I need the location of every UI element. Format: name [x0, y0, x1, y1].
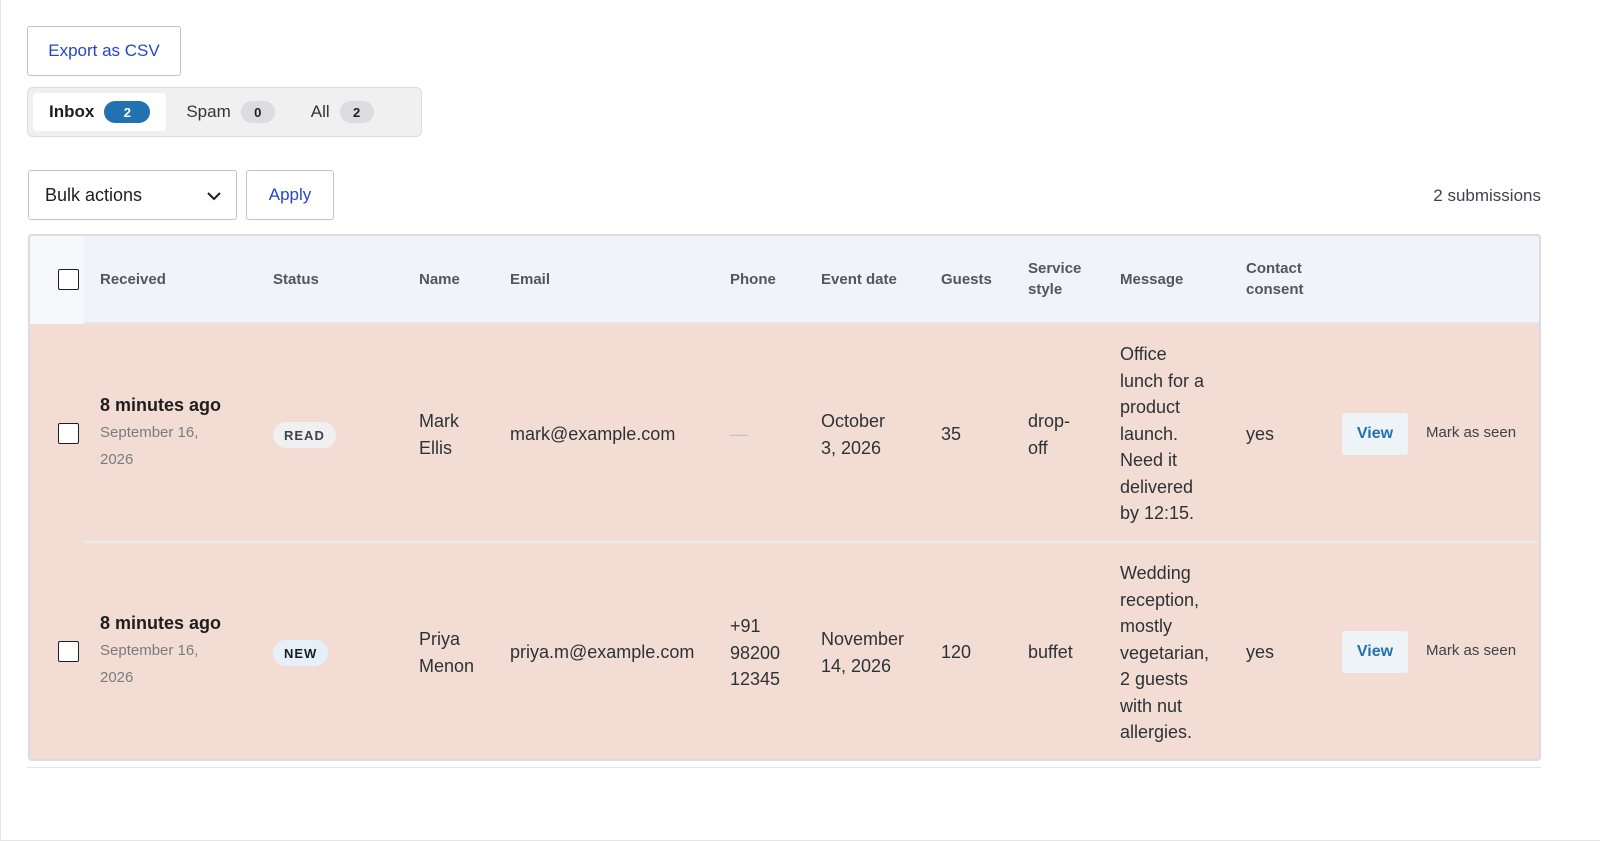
service-line2: off	[1028, 437, 1048, 458]
view-button[interactable]: View	[1342, 413, 1408, 455]
guests-cell: 35	[941, 424, 962, 444]
service-style-cell: buffet	[1028, 639, 1073, 666]
received-date-line1: September 16,	[100, 423, 199, 441]
event-date-line1: November	[821, 629, 905, 649]
submission-filter-tabs: Inbox 2 Spam 0 All 2	[27, 87, 422, 137]
tab-inbox-label: Inbox	[49, 102, 95, 121]
header-message[interactable]: Message	[1120, 269, 1183, 290]
view-button[interactable]: View	[1342, 631, 1408, 673]
message-line: vegetarian,	[1120, 642, 1210, 663]
name-line2: Menon	[419, 655, 475, 676]
chevron-down-icon	[207, 192, 221, 201]
bulk-actions-value: Bulk actions	[45, 184, 143, 205]
message-line: with nut	[1120, 695, 1183, 716]
status-badge: NEW	[273, 640, 329, 666]
email-cell: priya.m@example.com	[510, 642, 695, 662]
header-received[interactable]: Received	[100, 269, 166, 290]
mark-as-seen-link[interactable]: Mark as seen	[1426, 424, 1516, 441]
header-event-date[interactable]: Event date	[821, 269, 897, 290]
phone-cell: —	[730, 424, 748, 444]
table-bottom-divider	[27, 767, 1541, 768]
submission-count: 2 submissions	[1433, 186, 1541, 205]
event-date-line2: 14, 2026	[821, 655, 892, 676]
received-relative: 8 minutes ago	[100, 613, 222, 633]
tab-inbox[interactable]: Inbox 2	[33, 93, 167, 131]
consent-cell: yes	[1246, 642, 1275, 662]
phone-line2: 98200	[730, 642, 781, 663]
message-line: lunch for a	[1120, 370, 1205, 391]
event-date-line1: October	[821, 411, 886, 431]
header-phone[interactable]: Phone	[730, 269, 776, 290]
name-line1: Mark	[419, 411, 459, 431]
table-row: 8 minutes ago September 16, 2026 READ Ma…	[30, 324, 1539, 543]
status-badge: READ	[273, 422, 336, 448]
header-service-style-line2: style	[1028, 281, 1063, 298]
service-line1: drop-	[1028, 411, 1071, 431]
export-csv-button[interactable]: Export as CSV	[27, 26, 181, 76]
name-line2: Ellis	[419, 437, 453, 458]
service-line1: buffet	[1028, 642, 1073, 662]
message-line: Wedding	[1120, 563, 1191, 583]
tab-all[interactable]: All 2	[295, 93, 390, 131]
phone-line3: 12345	[730, 669, 781, 689]
tab-spam-label: Spam	[186, 102, 231, 121]
tab-spam[interactable]: Spam 0	[170, 93, 290, 131]
received-relative: 8 minutes ago	[100, 395, 222, 415]
event-date-line2: 3, 2026	[821, 437, 882, 458]
consent-cell: yes	[1246, 424, 1275, 444]
email-cell: mark@example.com	[510, 424, 676, 444]
header-consent-line2: consent	[1246, 281, 1304, 298]
message-line: Need it	[1120, 450, 1178, 470]
mark-as-seen-link[interactable]: Mark as seen	[1426, 642, 1516, 659]
header-service-style[interactable]: Service style	[1028, 258, 1081, 300]
message-cell: Office lunch for a product launch. Need …	[1120, 341, 1204, 527]
table-header: Received Status Name Email Phone Event d…	[30, 236, 1539, 324]
message-line: product	[1120, 397, 1181, 417]
event-date-cell: October 3, 2026	[821, 408, 885, 461]
row-checkbox[interactable]	[58, 641, 79, 662]
header-contact-consent[interactable]: Contact consent	[1246, 258, 1304, 300]
message-line: allergies.	[1120, 722, 1193, 742]
received-date-line2: 2026	[100, 450, 134, 468]
message-line: Office	[1120, 344, 1167, 364]
tab-all-label: All	[310, 102, 330, 121]
tab-all-count: 2	[339, 101, 374, 123]
message-line: reception,	[1120, 589, 1200, 610]
message-cell: Wedding reception, mostly vegetarian, 2 …	[1120, 560, 1209, 746]
name-cell: Mark Ellis	[419, 408, 459, 461]
received-cell: 8 minutes ago September 16, 2026	[100, 610, 221, 691]
header-status[interactable]: Status	[273, 269, 319, 290]
submissions-table: Received Status Name Email Phone Event d…	[28, 234, 1541, 761]
header-email[interactable]: Email	[510, 269, 550, 290]
name-line1: Priya	[419, 629, 461, 649]
header-name[interactable]: Name	[419, 269, 460, 290]
phone-cell: +91 98200 12345	[730, 613, 780, 693]
message-line: 2 guests	[1120, 669, 1189, 689]
event-date-cell: November 14, 2026	[821, 626, 904, 679]
header-guests[interactable]: Guests	[941, 269, 992, 290]
table-row: 8 minutes ago September 16, 2026 NEW Pri…	[30, 543, 1539, 759]
message-line: by 12:15.	[1120, 503, 1195, 523]
guests-cell: 120	[941, 642, 972, 662]
message-line: mostly	[1120, 616, 1173, 636]
received-date-line1: September 16,	[100, 641, 199, 659]
service-style-cell: drop- off	[1028, 408, 1070, 461]
message-line: delivered	[1120, 476, 1194, 497]
header-consent-line1: Contact	[1246, 260, 1302, 277]
tab-spam-count: 0	[240, 101, 275, 123]
name-cell: Priya Menon	[419, 626, 474, 679]
row-checkbox[interactable]	[58, 423, 79, 444]
received-cell: 8 minutes ago September 16, 2026	[100, 392, 221, 473]
select-all-checkbox[interactable]	[58, 269, 79, 290]
header-service-style-line1: Service	[1028, 260, 1082, 277]
apply-button[interactable]: Apply	[246, 170, 334, 220]
received-date-line2: 2026	[100, 668, 134, 686]
bulk-actions-select[interactable]: Bulk actions	[28, 170, 237, 220]
tab-inbox-count: 2	[104, 101, 151, 123]
message-line: launch.	[1120, 423, 1179, 444]
phone-line1: +91	[730, 616, 761, 636]
